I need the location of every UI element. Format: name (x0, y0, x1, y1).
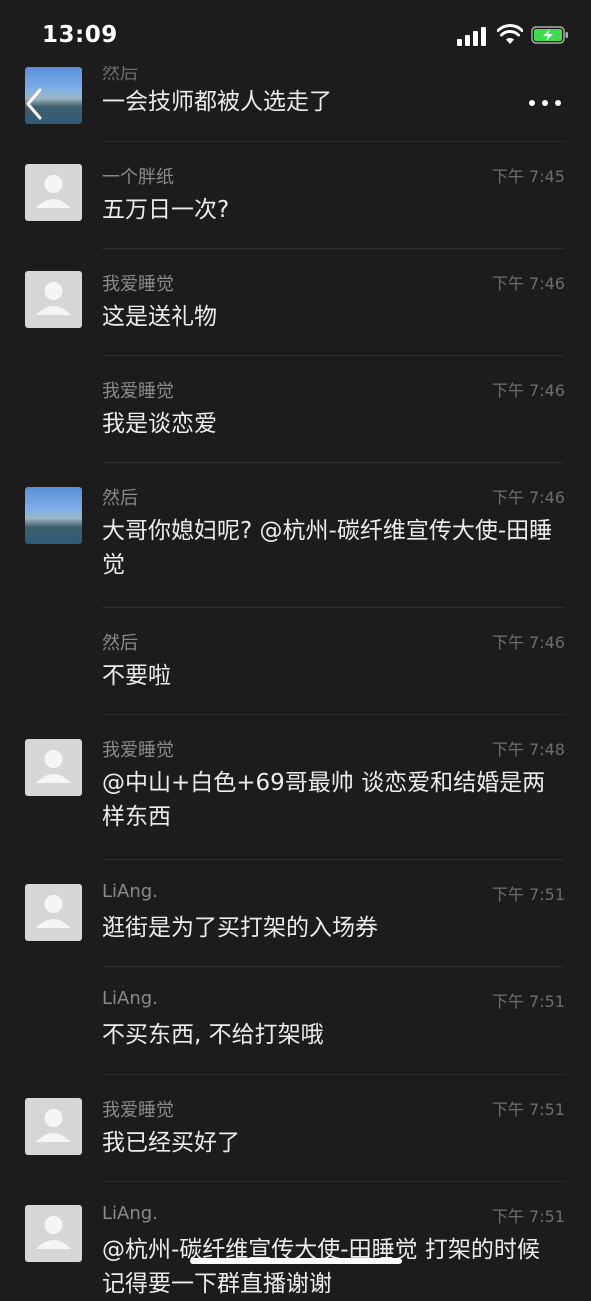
sender-name: LiAng. (102, 1203, 158, 1224)
divider (102, 355, 565, 356)
divider (102, 1074, 565, 1075)
message-time: 下午 7:46 (491, 633, 565, 652)
battery-charging-icon (531, 26, 568, 44)
status-time: 13:09 (42, 22, 118, 48)
message-text: 不要啦 (102, 663, 171, 689)
divider (102, 462, 565, 463)
message-text: 大哥你媳妇呢? @杭州-碳纤维宣传大使-田睡觉 (102, 518, 553, 578)
default-avatar-icon (36, 175, 71, 208)
default-avatar-icon (36, 750, 71, 783)
default-avatar-icon (36, 282, 71, 315)
sender-name: 我爱睡觉 (102, 381, 174, 402)
chat-nav-bar (0, 66, 591, 142)
divider (102, 607, 565, 608)
sender-name: 我爱睡觉 (102, 274, 174, 295)
message-time: 下午 7:45 (491, 167, 565, 186)
status-icons (449, 24, 569, 48)
avatar[interactable] (25, 884, 82, 941)
avatar[interactable] (25, 271, 82, 328)
message-time: 下午 7:46 (491, 381, 565, 400)
message-text: 五万日一次? (102, 197, 230, 223)
message-text: 这是送礼物 (102, 304, 217, 330)
message-text: 我已经买好了 (102, 1130, 240, 1156)
message-text: @杭州-碳纤维宣传大使-田睡觉 打架的时候记得要一下群直播谢谢 (102, 1237, 540, 1297)
message-text: 逛街是为了买打架的入场券 (102, 915, 378, 941)
divider (102, 714, 565, 715)
message-time: 下午 7:51 (491, 992, 565, 1011)
message-time: 下午 7:46 (491, 488, 565, 507)
default-avatar-icon (36, 895, 71, 928)
message-text: @中山+白色+69哥最帅 谈恋爱和结婚是两样东西 (102, 770, 546, 830)
back-icon[interactable] (20, 84, 50, 124)
sender-name: 我爱睡觉 (102, 1100, 174, 1121)
avatar[interactable] (25, 739, 82, 796)
divider (102, 248, 565, 249)
sender-name: LiAng. (102, 988, 158, 1009)
more-options-icon[interactable] (529, 98, 561, 108)
avatar[interactable] (25, 487, 82, 544)
avatar[interactable] (25, 164, 82, 221)
home-indicator[interactable] (190, 1258, 402, 1264)
avatar[interactable] (25, 1205, 82, 1262)
sender-name: 一个胖纸 (102, 167, 174, 188)
sender-name: 然后 (102, 633, 138, 654)
sender-name: 然后 (102, 488, 138, 509)
sender-name: LiAng. (102, 881, 158, 902)
message-time: 下午 7:51 (491, 1207, 565, 1226)
message-time: 下午 7:48 (491, 740, 565, 759)
message-text: 不买东西, 不给打架哦 (102, 1022, 324, 1048)
message-time: 下午 7:46 (491, 274, 565, 293)
message-text: 我是谈恋爱 (102, 411, 217, 437)
divider (102, 859, 565, 860)
wifi-icon (497, 24, 523, 44)
avatar[interactable] (25, 1098, 82, 1155)
default-avatar-icon (36, 1109, 71, 1142)
message-time: 下午 7:51 (491, 1100, 565, 1119)
sender-name: 我爱睡觉 (102, 740, 174, 761)
divider (102, 966, 565, 967)
signal-icon (457, 26, 487, 46)
status-bar: 13:09 (0, 0, 591, 66)
default-avatar-icon (36, 1216, 71, 1249)
divider (102, 1181, 565, 1182)
message-time: 下午 7:51 (491, 885, 565, 904)
